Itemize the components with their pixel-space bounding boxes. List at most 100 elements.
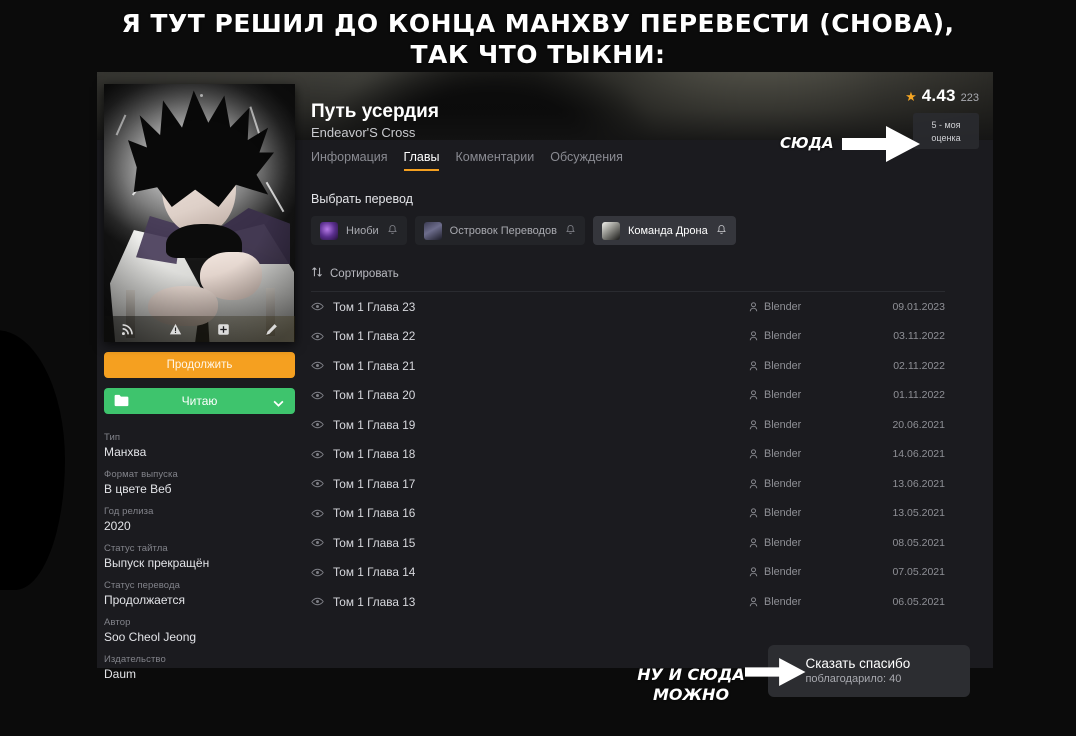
- chapter-title[interactable]: Том 1 Глава 19: [333, 418, 749, 432]
- translations-section-title: Выбрать перевод: [311, 192, 413, 206]
- table-row[interactable]: Том 1 Глава 21 Blender 02.11.2022: [311, 351, 945, 381]
- cover-image[interactable]: [104, 84, 295, 342]
- detail-row: Год релиза 2020: [104, 506, 291, 534]
- detail-row: Формат выпуска В цвете Веб: [104, 469, 291, 497]
- rating-value: 4.43: [921, 86, 956, 105]
- tab-information[interactable]: Информация: [311, 150, 388, 171]
- chapter-uploader: Blender: [749, 301, 867, 313]
- rating-score-row: ★ 4.43 223: [905, 86, 979, 106]
- table-row[interactable]: Том 1 Глава 18 Blender 14.06.2021: [311, 440, 945, 470]
- sort-label: Сортировать: [330, 267, 399, 280]
- chapter-title[interactable]: Том 1 Глава 17: [333, 477, 749, 491]
- bell-icon[interactable]: [387, 222, 398, 240]
- detail-key: Автор: [104, 617, 131, 628]
- eye-icon[interactable]: [311, 450, 333, 459]
- report-icon[interactable]: [152, 323, 200, 336]
- table-row[interactable]: Том 1 Глава 15 Blender 08.05.2021: [311, 528, 945, 558]
- page-title: Путь усердия: [311, 101, 439, 122]
- bell-icon[interactable]: [565, 222, 576, 240]
- tab-discussions[interactable]: Обсуждения: [550, 150, 623, 171]
- chapter-uploader: Blender: [749, 566, 867, 578]
- detail-key: Тип: [104, 432, 121, 443]
- chapter-uploader: Blender: [749, 537, 867, 549]
- chapter-title[interactable]: Том 1 Глава 20: [333, 388, 749, 402]
- chapter-date: 02.11.2022: [893, 359, 945, 372]
- chapter-uploader-name: Blender: [764, 536, 802, 549]
- chapter-date: 13.06.2021: [892, 477, 945, 490]
- chapter-uploader-name: Blender: [764, 477, 802, 490]
- eye-icon[interactable]: [311, 597, 333, 606]
- chapter-list: Том 1 Глава 23 Blender 09.01.2023 Том 1 …: [311, 291, 945, 617]
- translation-team-niobi[interactable]: Ниоби: [311, 216, 407, 245]
- sort-arrows-icon: [311, 266, 323, 281]
- chapter-title[interactable]: Том 1 Глава 21: [333, 359, 749, 373]
- eye-icon[interactable]: [311, 509, 333, 518]
- chapter-title[interactable]: Том 1 Глава 13: [333, 595, 749, 609]
- chapter-title[interactable]: Том 1 Глава 16: [333, 506, 749, 520]
- table-row[interactable]: Том 1 Глава 20 Blender 01.11.2022: [311, 381, 945, 411]
- chapter-title[interactable]: Том 1 Глава 22: [333, 329, 749, 343]
- cover-toolbar: [104, 316, 295, 342]
- bookmark-status-button[interactable]: Читаю: [104, 388, 295, 414]
- sort-button[interactable]: Сортировать: [311, 266, 963, 281]
- table-row[interactable]: Том 1 Глава 23 Blender 09.01.2023: [311, 292, 945, 322]
- team-name: Ниоби: [346, 224, 379, 237]
- add-to-list-icon[interactable]: [200, 323, 248, 336]
- team-avatar: [320, 221, 338, 240]
- team-avatar: [601, 221, 620, 240]
- chapter-uploader: Blender: [749, 596, 867, 608]
- annotation-top: СЮДА: [780, 134, 834, 152]
- chapter-uploader: Blender: [749, 360, 867, 372]
- translation-team-komanda-drona[interactable]: Команда Дрона: [592, 216, 736, 245]
- eye-icon[interactable]: [311, 332, 333, 341]
- eye-icon[interactable]: [311, 568, 333, 577]
- eye-icon[interactable]: [311, 391, 333, 400]
- chapter-title[interactable]: Том 1 Глава 14: [333, 565, 749, 579]
- detail-key: Издательство: [104, 654, 166, 665]
- rating-votes: 223: [960, 92, 979, 104]
- annotation-bottom-line-2: можно: [652, 685, 730, 704]
- tab-chapters[interactable]: Главы: [403, 150, 439, 171]
- chapter-uploader-name: Blender: [764, 566, 802, 579]
- chapter-uploader-name: Blender: [764, 418, 802, 431]
- translation-team-ostrovok[interactable]: Островок Переводов: [414, 216, 585, 245]
- annotation-arrow-bottom: [745, 658, 806, 686]
- chapter-title[interactable]: Том 1 Глава 18: [333, 447, 749, 461]
- chapter-title[interactable]: Том 1 Глава 15: [333, 536, 749, 550]
- table-row[interactable]: Том 1 Глава 16 Blender 13.05.2021: [311, 499, 945, 529]
- cover-column: Продолжить Читаю Тип Манхва Формат выпус…: [104, 84, 295, 691]
- chapter-title[interactable]: Том 1 Глава 23: [333, 300, 749, 314]
- chapter-date: 06.05.2021: [892, 595, 945, 608]
- eye-icon[interactable]: [311, 479, 333, 488]
- eye-icon[interactable]: [311, 420, 333, 429]
- team-avatar: [423, 221, 442, 240]
- star-icon: ★: [905, 89, 917, 104]
- table-row[interactable]: Том 1 Глава 17 Blender 13.06.2021: [311, 469, 945, 499]
- my-rating-line-2: оценка: [931, 132, 961, 143]
- eye-icon[interactable]: [311, 302, 333, 311]
- bell-icon[interactable]: [716, 222, 727, 240]
- continue-button[interactable]: Продолжить: [104, 352, 295, 378]
- table-row[interactable]: Том 1 Глава 22 Blender 03.11.2022: [311, 322, 945, 352]
- meme-caption: Я тут решил до конца манхву перевести (с…: [0, 8, 1076, 70]
- chapter-uploader-name: Blender: [764, 359, 802, 372]
- my-rating-box[interactable]: 5 - моя оценка: [913, 113, 979, 149]
- eye-icon[interactable]: [311, 538, 333, 547]
- chapter-date: 01.11.2022: [893, 389, 945, 402]
- chapter-uploader-name: Blender: [764, 595, 802, 608]
- my-rating-line-1: 5 - моя: [931, 119, 961, 130]
- edit-icon[interactable]: [247, 323, 295, 336]
- tab-comments[interactable]: Комментарии: [455, 150, 534, 171]
- chapter-date: 07.05.2021: [892, 566, 945, 579]
- eye-icon[interactable]: [311, 361, 333, 370]
- chevron-down-icon: [273, 396, 284, 410]
- table-row[interactable]: Том 1 Глава 14 Blender 07.05.2021: [311, 558, 945, 588]
- detail-row: Статус перевода Продолжается: [104, 580, 291, 608]
- chapter-uploader-name: Blender: [764, 389, 802, 402]
- rss-icon[interactable]: [104, 323, 152, 336]
- chapter-uploader: Blender: [749, 389, 867, 401]
- table-row[interactable]: Том 1 Глава 19 Blender 20.06.2021: [311, 410, 945, 440]
- chapter-uploader-name: Blender: [764, 330, 802, 343]
- chapter-uploader: Blender: [749, 419, 867, 431]
- table-row[interactable]: Том 1 Глава 13 Blender 06.05.2021: [311, 587, 945, 617]
